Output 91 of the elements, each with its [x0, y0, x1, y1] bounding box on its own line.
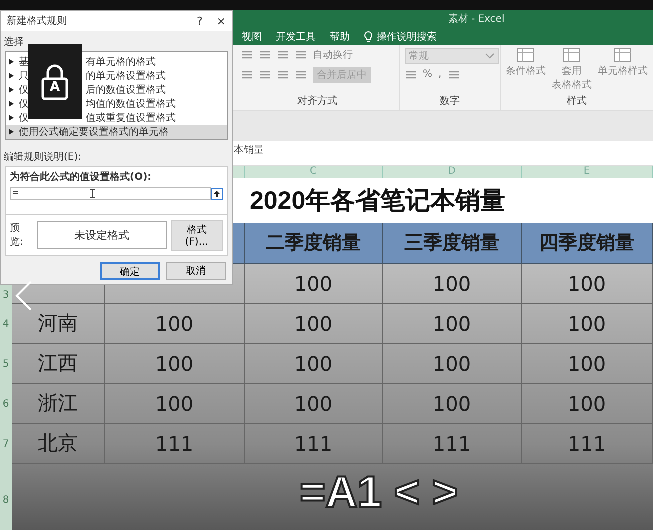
- table-cell: 100: [383, 344, 522, 384]
- ok-button[interactable]: 确定: [100, 262, 160, 280]
- lock-letter: A: [48, 80, 62, 94]
- province-cell: 北京: [12, 424, 105, 464]
- rule-type-item[interactable]: 的单元格设置格式: [86, 69, 166, 83]
- row-number: 8: [2, 495, 10, 506]
- province-cell: 浙江: [12, 384, 105, 424]
- table-cell: 100: [383, 264, 522, 304]
- expand-arrow-icon[interactable]: [9, 129, 14, 135]
- table-cell: 100: [245, 264, 383, 304]
- align-middle-icon[interactable]: [259, 50, 271, 60]
- row-number: 5: [2, 358, 10, 370]
- province-cell: 河南: [12, 304, 105, 344]
- align-right-icon[interactable]: [277, 70, 289, 80]
- expand-arrow-icon[interactable]: [9, 87, 14, 93]
- row-number: 7: [2, 438, 10, 450]
- table-cell: 100: [105, 344, 245, 384]
- lock-icon: [40, 62, 70, 100]
- table-cell: 100: [522, 264, 653, 304]
- row-number: 3: [2, 290, 10, 301]
- preview-label: 预览:: [10, 222, 24, 249]
- table-cell: 111: [105, 424, 245, 464]
- row-number: 4: [2, 318, 10, 330]
- text-cursor-icon: [90, 189, 95, 198]
- rule-type-item[interactable]: 后的数值设置格式: [86, 83, 166, 97]
- column-header: 四季度销量: [522, 223, 653, 264]
- edit-rule-label: 编辑规则说明(E):: [3, 150, 82, 165]
- table-cell: 100: [105, 304, 245, 344]
- chevron-down-icon: [485, 53, 495, 59]
- group-label: 对齐方式: [296, 94, 338, 109]
- expand-arrow-icon[interactable]: [9, 115, 14, 121]
- column-header: 二季度销量: [245, 223, 383, 264]
- row-number: 6: [2, 398, 10, 410]
- align-bottom-icon[interactable]: [277, 50, 289, 60]
- table-cell: 100: [383, 384, 522, 424]
- table-cell: 100: [522, 344, 653, 384]
- previous-icon[interactable]: [14, 280, 34, 312]
- cancel-button[interactable]: 取消: [166, 262, 226, 280]
- percent-button[interactable]: %: [423, 69, 433, 80]
- dialog-title: 新建格式规则: [7, 14, 68, 28]
- ribbon-tab[interactable]: 开发工具: [276, 30, 316, 44]
- ribbon-tab[interactable]: 视图: [242, 30, 262, 44]
- format-button[interactable]: 格式(F)...: [170, 220, 223, 250]
- comma-button[interactable]: ,: [438, 69, 442, 80]
- indent-icon[interactable]: [295, 70, 307, 80]
- rule-type-item[interactable]: 值或重复值设置格式: [86, 111, 176, 125]
- rule-type-item[interactable]: 基: [19, 57, 29, 68]
- table-cell: 100: [522, 384, 653, 424]
- table-cell: 100: [245, 304, 383, 344]
- table-cell: 100: [105, 384, 245, 424]
- rule-type-label: 选择: [3, 36, 25, 50]
- video-caption: =A1 < >: [300, 468, 458, 518]
- column-header: 三季度销量: [383, 223, 522, 264]
- table-style-icon: [614, 48, 632, 64]
- formula-field[interactable]: =: [10, 187, 211, 200]
- table-cell: 111: [245, 424, 383, 464]
- rule-type-item[interactable]: 只: [19, 71, 29, 82]
- align-center-icon[interactable]: [259, 70, 271, 80]
- window-title: 素材 - Excel: [448, 12, 505, 26]
- close-button[interactable]: ×: [216, 14, 226, 28]
- rule-type-item[interactable]: 使用公式确定要设置格式的单元格: [6, 125, 227, 139]
- rule-type-item[interactable]: 仅: [19, 113, 29, 124]
- help-button[interactable]: ?: [196, 14, 203, 28]
- rule-type-item[interactable]: 仅: [19, 99, 29, 110]
- lightbulb-icon: [364, 30, 373, 42]
- rule-type-item[interactable]: 有单元格的格式: [86, 55, 156, 69]
- table-cell: 100: [245, 384, 383, 424]
- formula-text: 本销量: [234, 144, 264, 157]
- expand-arrow-icon[interactable]: [9, 59, 14, 65]
- rule-type-item[interactable]: 仅: [19, 85, 29, 96]
- table-style-icon: [563, 48, 581, 64]
- table-cell: 111: [383, 424, 522, 464]
- table-cell: 100: [383, 304, 522, 344]
- align-left-icon[interactable]: [241, 70, 253, 80]
- collapse-icon[interactable]: [211, 188, 223, 200]
- formula-label: 为符合此公式的值设置格式(O):: [10, 170, 153, 185]
- table-cell: 111: [522, 424, 653, 464]
- preview-box: 未设定格式: [36, 221, 167, 249]
- expand-arrow-icon[interactable]: [9, 101, 14, 107]
- align-top-icon[interactable]: [241, 50, 253, 60]
- rule-type-item[interactable]: 均值的数值设置格式: [86, 97, 176, 111]
- province-cell: 江西: [12, 344, 105, 384]
- ribbon-tab[interactable]: 帮助: [330, 30, 350, 44]
- table-cell: 100: [522, 304, 653, 344]
- group-label: 数字: [439, 94, 461, 109]
- expand-arrow-icon[interactable]: [9, 73, 14, 79]
- table-cell: 100: [245, 344, 383, 384]
- table-style-icon: [517, 48, 535, 64]
- tell-me-search[interactable]: 操作说明搜索: [364, 30, 437, 44]
- sheet-title: 2020年各省笔记本销量: [250, 186, 506, 217]
- group-label: 样式: [566, 94, 588, 109]
